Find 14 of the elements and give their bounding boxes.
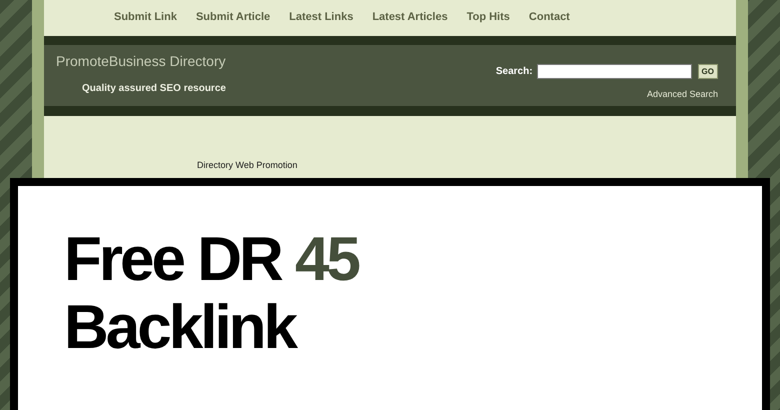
site-title: PromoteBusiness Directory: [56, 52, 226, 71]
nav-link[interactable]: Contact: [528, 9, 570, 36]
nav-link[interactable]: Latest Links: [289, 9, 354, 36]
nav-link[interactable]: Top Hits: [466, 9, 510, 36]
directory-link[interactable]: Directory Web Promotion: [197, 160, 298, 170]
nav-link[interactable]: Submit Link: [114, 9, 177, 36]
site-tagline: Quality assured SEO resource: [81, 82, 226, 96]
advanced-search-link[interactable]: Advanced Search: [646, 79, 718, 102]
search-field[interactable]: [536, 64, 692, 79]
search-label: Search:: [496, 65, 533, 79]
nav-link[interactable]: Submit Article: [196, 9, 270, 36]
headline: Free DR 45 Backlink: [64, 226, 360, 362]
nav-link[interactable]: Latest Articles: [372, 9, 448, 36]
go-button[interactable]: GO: [698, 64, 718, 79]
